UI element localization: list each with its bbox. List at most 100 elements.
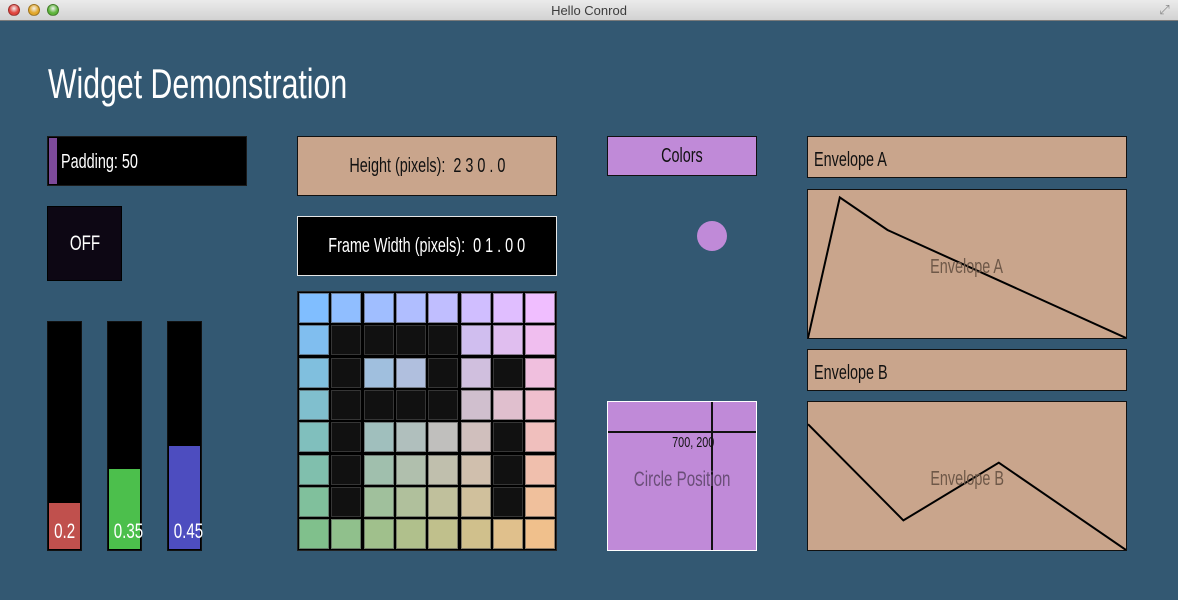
envelope-a-title: Envelope A <box>807 136 1127 178</box>
matrix-cell[interactable] <box>492 325 523 356</box>
matrix-cell[interactable] <box>331 293 362 323</box>
padding-slider-fill <box>49 138 57 184</box>
toggle-label: OFF <box>69 231 100 255</box>
matrix-cell[interactable] <box>492 357 523 388</box>
matrix-cell[interactable] <box>363 454 394 485</box>
matrix-cell[interactable] <box>299 389 329 420</box>
blue-slider[interactable]: 0.45 <box>167 321 204 551</box>
envelope-a-title-text: Envelope A <box>814 149 887 171</box>
matrix-cell[interactable] <box>492 486 523 517</box>
matrix-cell[interactable] <box>331 486 362 517</box>
matrix-cell[interactable] <box>331 357 362 388</box>
matrix-cell[interactable] <box>460 293 491 323</box>
matrix-cell[interactable] <box>428 422 459 453</box>
padding-slider-label-text: Padding: 50 <box>61 151 138 173</box>
window-title: Hello Conrod <box>551 3 627 18</box>
matrix-cell[interactable] <box>299 422 329 453</box>
frame-width-dialer-value[interactable]: 0 1 . 0 0 <box>473 235 525 257</box>
matrix-cell[interactable] <box>299 454 329 485</box>
matrix-cell[interactable] <box>363 325 394 356</box>
green-slider[interactable]: 0.35 <box>107 321 144 551</box>
matrix-cell[interactable] <box>492 519 523 550</box>
matrix-cell[interactable] <box>428 519 459 550</box>
matrix-cell[interactable] <box>395 519 426 550</box>
matrix-cell[interactable] <box>299 486 329 517</box>
matrix-cell[interactable] <box>492 422 523 453</box>
height-dialer[interactable]: Height (pixels): 2 3 0 . 0 <box>297 136 557 196</box>
matrix-cell[interactable] <box>525 454 556 485</box>
height-dialer-label: Height (pixels): <box>348 154 445 177</box>
fullscreen-icon[interactable]: ⤢ <box>1157 3 1172 18</box>
envelope-a-editor[interactable]: Envelope A <box>807 189 1127 339</box>
matrix-cell[interactable] <box>428 325 459 356</box>
xy-pad-label: Circle Position <box>633 468 731 491</box>
colors-button[interactable]: Colors <box>607 136 757 176</box>
padding-slider[interactable]: Padding: 50 <box>47 136 247 186</box>
matrix-cell[interactable] <box>525 325 556 356</box>
red-slider-value: 0.2 <box>53 520 76 543</box>
matrix-cell[interactable] <box>525 422 556 453</box>
envelope-a-label: Envelope A <box>930 256 1004 278</box>
colors-button-label: Colors <box>661 144 703 167</box>
xy-pad-value: 700, 200 <box>671 434 715 451</box>
matrix-cell[interactable] <box>460 389 491 420</box>
matrix-cell[interactable] <box>428 454 459 485</box>
xy-pad-crosshair-horizontal <box>608 431 756 433</box>
height-dialer-value[interactable]: 2 3 0 . 0 <box>453 155 505 177</box>
matrix-cell[interactable] <box>428 293 459 323</box>
matrix-cell[interactable] <box>395 422 426 453</box>
matrix-cell[interactable] <box>428 357 459 388</box>
page-title: Widget Demonstration <box>48 60 464 108</box>
matrix-cell[interactable] <box>492 293 523 323</box>
matrix-cell[interactable] <box>492 454 523 485</box>
matrix-cell[interactable] <box>395 389 426 420</box>
green-slider-value: 0.35 <box>113 520 144 543</box>
matrix-cell[interactable] <box>395 325 426 356</box>
matrix-cell[interactable] <box>363 519 394 550</box>
matrix-cell[interactable] <box>460 519 491 550</box>
matrix-cell[interactable] <box>331 519 362 550</box>
matrix-cell[interactable] <box>460 454 491 485</box>
matrix-cell[interactable] <box>395 486 426 517</box>
matrix-cell[interactable] <box>363 389 394 420</box>
matrix-cell[interactable] <box>331 325 362 356</box>
frame-width-dialer-label: Frame Width (pixels): <box>328 234 466 257</box>
matrix-cell[interactable] <box>299 357 329 388</box>
matrix-cell[interactable] <box>395 357 426 388</box>
matrix-cell[interactable] <box>525 486 556 517</box>
matrix-cell[interactable] <box>299 293 329 323</box>
matrix-cell[interactable] <box>525 389 556 420</box>
page-title-text: Widget Demonstration <box>48 60 348 107</box>
matrix-cell[interactable] <box>299 519 329 550</box>
red-slider[interactable]: 0.2 <box>47 321 82 551</box>
envelope-b-title: Envelope B <box>807 349 1127 391</box>
frame-width-dialer[interactable]: Frame Width (pixels): 0 1 . 0 0 <box>297 216 557 276</box>
matrix-cell[interactable] <box>492 389 523 420</box>
toggle-button[interactable]: OFF <box>47 206 122 281</box>
window-titlebar: Hello Conrod ⤢ <box>0 0 1178 21</box>
matrix-cell[interactable] <box>331 454 362 485</box>
matrix-cell[interactable] <box>363 293 394 323</box>
matrix-cell[interactable] <box>525 357 556 388</box>
matrix-cell[interactable] <box>428 389 459 420</box>
matrix-cell[interactable] <box>395 293 426 323</box>
matrix-cell[interactable] <box>460 325 491 356</box>
matrix-cell[interactable] <box>525 293 556 323</box>
matrix-cell[interactable] <box>363 357 394 388</box>
matrix-cell[interactable] <box>460 357 491 388</box>
matrix-cell[interactable] <box>460 422 491 453</box>
matrix-cell[interactable] <box>428 486 459 517</box>
matrix-cell[interactable] <box>363 486 394 517</box>
matrix-cell[interactable] <box>525 519 556 550</box>
circle-position-xy-pad[interactable]: 700, 200 Circle Position <box>607 401 757 551</box>
matrix-cell[interactable] <box>331 422 362 453</box>
matrix-cell[interactable] <box>363 422 394 453</box>
matrix-cell[interactable] <box>460 486 491 517</box>
toggle-matrix <box>297 291 557 551</box>
envelope-b-title-text: Envelope B <box>814 362 888 384</box>
blue-slider-value: 0.45 <box>173 520 204 543</box>
envelope-b-editor[interactable]: Envelope B <box>807 401 1127 551</box>
matrix-cell[interactable] <box>331 389 362 420</box>
matrix-cell[interactable] <box>395 454 426 485</box>
matrix-cell[interactable] <box>299 325 329 356</box>
